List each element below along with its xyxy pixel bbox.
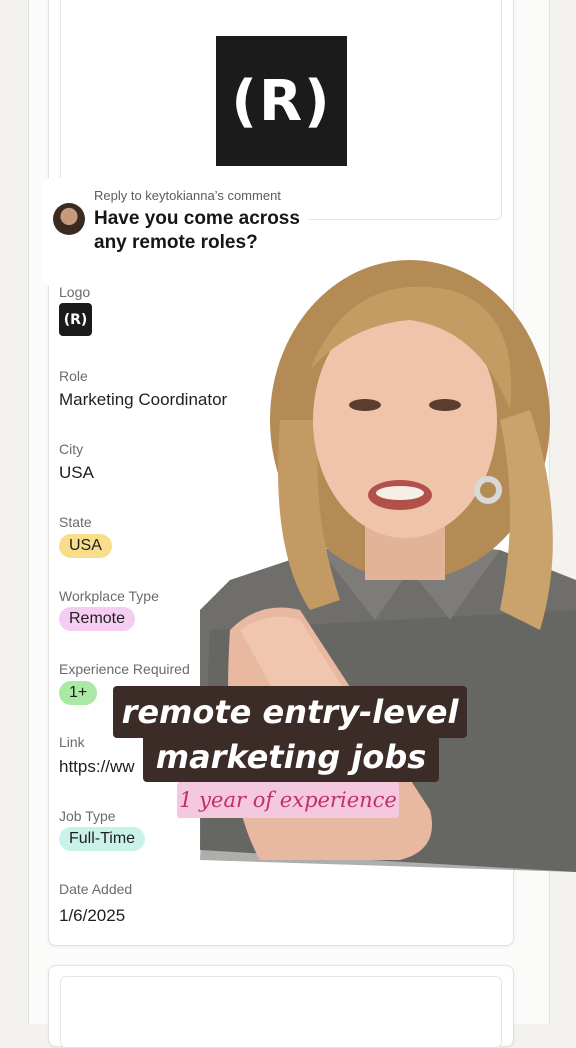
commenter-avatar (53, 203, 85, 235)
experience-badge: 1+ (59, 681, 98, 705)
reply-question: Have you come across any remote roles? (94, 208, 300, 253)
jobtype-badge: Full-Time (59, 827, 146, 851)
city-label: City (59, 441, 84, 457)
date-value: 1/6/2025 (59, 906, 126, 925)
caption-line-2: marketing jobs (143, 734, 439, 782)
link-label: Link (59, 734, 85, 750)
city-value: USA (59, 463, 94, 482)
caption-line-1: remote entry-level (113, 686, 467, 738)
state-label: State (59, 514, 92, 530)
logo-label: Logo (59, 284, 91, 300)
link-value[interactable]: https://ww (59, 757, 135, 777)
date-label: Date Added (59, 881, 133, 897)
company-logo-image: (R) (216, 36, 347, 166)
role-label: Role (59, 368, 88, 384)
company-logo-thumbnail[interactable]: (R) (59, 303, 92, 336)
jobtype-label: Job Type (59, 808, 116, 824)
reply-meta: Reply to keytokianna’s comment (94, 188, 281, 203)
logo-thumb-glyph: (R) (63, 311, 88, 328)
next-logo-frame (60, 976, 502, 1048)
experience-label: Experience Required (59, 661, 190, 677)
state-badge: USA (59, 534, 112, 558)
logo-glyph: (R) (231, 68, 332, 134)
workplace-badge: Remote (59, 607, 136, 631)
workplace-label: Workplace Type (59, 588, 159, 604)
caption-subtitle: 1 year of experience (177, 782, 399, 818)
